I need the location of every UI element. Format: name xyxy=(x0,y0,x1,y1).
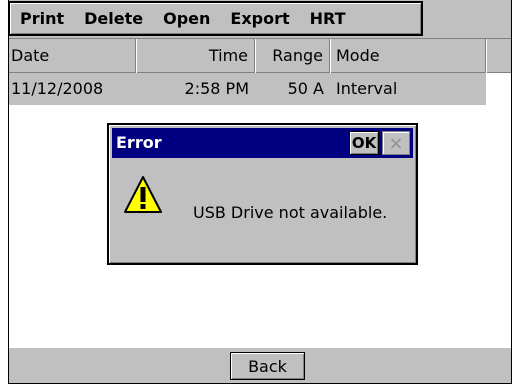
close-button[interactable]: × xyxy=(382,131,410,155)
cell-date: 11/12/2008 xyxy=(11,79,104,98)
menu-delete[interactable]: Delete xyxy=(84,9,143,28)
menu-print[interactable]: Print xyxy=(20,9,64,28)
menu-export[interactable]: Export xyxy=(230,9,289,28)
close-icon: × xyxy=(388,132,404,154)
table-header: Date Time Range Mode xyxy=(9,39,511,73)
column-header-date[interactable]: Date xyxy=(9,39,136,73)
cell-mode: Interval xyxy=(336,79,398,98)
column-header-range[interactable]: Range xyxy=(255,39,330,73)
cell-range: 50 A xyxy=(287,79,324,98)
table-row[interactable]: 11/12/2008 2:58 PM 50 A Interval xyxy=(9,73,486,105)
bottom-bar: Back xyxy=(9,347,511,383)
menu-open[interactable]: Open xyxy=(163,9,210,28)
menu-hrt[interactable]: HRT xyxy=(310,9,346,28)
dialog-title: Error xyxy=(116,133,162,152)
cell-time: 2:58 PM xyxy=(184,79,249,98)
warning-icon xyxy=(124,176,162,213)
ok-button[interactable]: OK xyxy=(349,131,379,155)
column-header-time[interactable]: Time xyxy=(136,39,255,73)
dialog-titlebar[interactable]: Error OK × xyxy=(112,128,413,158)
column-header-mode[interactable]: Mode xyxy=(330,39,486,73)
menu-bar: Print Delete Open Export HRT xyxy=(9,1,423,36)
back-button[interactable]: Back xyxy=(230,352,305,380)
app-screen: Print Delete Open Export HRT Date Time R… xyxy=(8,0,512,384)
error-message: USB Drive not available. xyxy=(193,203,388,222)
toolbar: Print Delete Open Export HRT xyxy=(9,0,511,39)
error-dialog: Error OK × USB Drive not available. xyxy=(107,123,418,265)
